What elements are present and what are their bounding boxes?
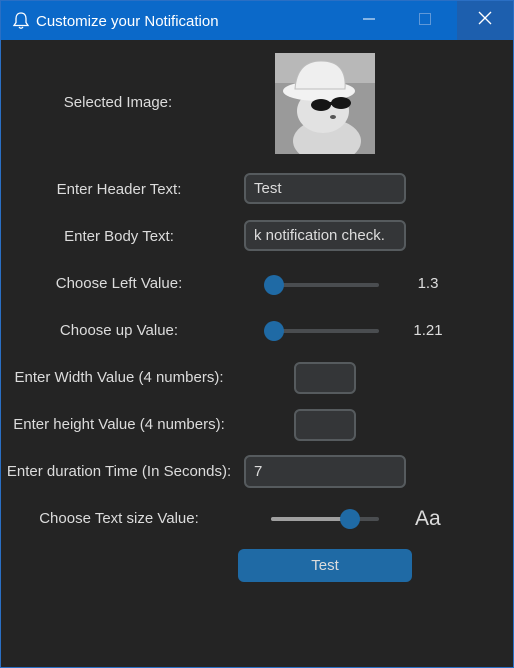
selected-image-label: Selected Image: [63,94,173,111]
selected-image [275,53,375,154]
slider-handle[interactable] [264,275,284,295]
slider-handle[interactable] [264,321,284,341]
close-icon [478,11,492,30]
height-value-label: Enter height Value (4 numbers): [13,416,225,433]
width-value-label: Enter Width Value (4 numbers): [14,369,224,386]
bell-icon [11,11,31,31]
duration-time-input[interactable]: 7 [244,455,406,488]
up-value-slider[interactable] [264,321,379,341]
body-text-label: Enter Body Text: [64,228,174,245]
text-size-slider[interactable] [271,509,379,529]
maximize-button[interactable] [397,1,453,40]
close-button[interactable] [457,1,513,40]
minimize-button[interactable] [341,1,397,40]
text-size-label: Choose Text size Value: [39,510,199,527]
height-value-input[interactable] [294,409,356,441]
slider-fill [271,517,350,521]
test-button[interactable]: Test [238,549,412,582]
left-value-slider[interactable] [264,275,379,295]
text-size-preview: Aa [415,507,441,530]
up-value-readout: 1.21 [413,322,443,339]
up-value-label: Choose up Value: [59,322,179,339]
body-text-input[interactable]: k notification check. [244,220,406,251]
header-text-input[interactable]: Test [244,173,406,204]
header-text-label: Enter Header Text: [56,181,182,198]
minimize-icon [363,12,375,30]
left-value-readout: 1.3 [417,275,439,292]
duration-time-label: Enter duration Time (In Seconds): [6,463,232,480]
width-value-input[interactable] [294,362,356,394]
title-bar[interactable]: Customize your Notification [1,1,513,40]
left-value-label: Choose Left Value: [55,275,183,292]
slider-handle[interactable] [339,509,360,529]
maximize-icon [419,12,431,30]
notification-window: Customize your Notification Selected Ima… [0,0,514,668]
window-title: Customize your Notification [36,13,219,30]
